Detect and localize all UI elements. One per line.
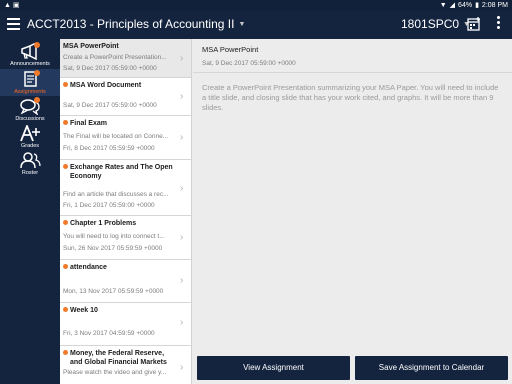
assignment-date: Mon, 13 Nov 2017 05:59:59 +0000 <box>63 288 164 295</box>
assignment-date: Fri, 1 Dec 2017 05:59:00 +0000 <box>63 202 155 209</box>
section-dropdown[interactable]: 1801SPC0 ▼ <box>401 17 470 31</box>
left-nav: Announcements Assignments Discussions Gr… <box>0 39 60 384</box>
assignment-date: Sun, 26 Nov 2017 05:59:59 +0000 <box>63 245 163 252</box>
list-item[interactable]: Final Exam The Final will be located on … <box>60 116 191 160</box>
chevron-right-icon: › <box>180 132 184 143</box>
assignment-preview: You will need to log into connect t... <box>63 233 165 240</box>
assignment-detail: MSA PowerPoint Sat, 9 Dec 2017 05:59:00 … <box>193 39 512 384</box>
wifi-icon: ▼ <box>439 1 447 9</box>
nav-roster[interactable]: Roster <box>0 150 60 177</box>
nav-label-announcements: Announcements <box>10 61 50 67</box>
unread-dot <box>63 264 68 269</box>
unread-dot <box>63 307 68 312</box>
image-icon: ▣ <box>12 2 20 9</box>
assignment-preview: Create a PowerPoint Presentation... <box>63 54 167 61</box>
nav-label-grades: Grades <box>20 143 40 149</box>
list-item[interactable]: Chapter 1 Problems You will need to log … <box>60 216 191 260</box>
more-options-icon[interactable] <box>497 16 501 32</box>
chevron-right-icon: › <box>180 317 184 328</box>
divider <box>193 72 512 73</box>
chevron-right-icon: › <box>180 183 184 194</box>
assignment-title: Week 10 <box>70 307 98 314</box>
list-item[interactable]: MSA PowerPoint Create a PowerPoint Prese… <box>60 39 191 78</box>
status-right: ▼ ◢ 64% ▮ 2:08 PM <box>439 1 508 10</box>
unread-dot <box>63 120 68 125</box>
course-title-dropdown[interactable]: ACCT2013 - Principles of Accounting II ▼ <box>27 17 245 31</box>
assignment-preview: Find an article that discusses a rec... <box>63 191 169 198</box>
nav-grades[interactable]: Grades <box>0 123 60 150</box>
roster-icon <box>20 152 41 169</box>
nav-label-roster: Roster <box>21 170 39 176</box>
nav-label-assignments: Assignments <box>14 89 46 95</box>
chevron-right-icon: › <box>180 91 184 102</box>
grades-icon <box>20 125 40 142</box>
assignment-date: Sat, 9 Dec 2017 05:59:00 +0000 <box>63 65 157 72</box>
chevron-right-icon: › <box>180 275 184 286</box>
assignment-title: Final Exam <box>70 120 107 127</box>
assignment-date: Sat, 9 Dec 2017 05:59:00 +0000 <box>63 102 157 109</box>
chevron-right-icon: › <box>180 232 184 243</box>
list-item[interactable]: Week 10 Fri, 3 Nov 2017 04:59:59 +0000 › <box>60 303 191 346</box>
assignment-title: MSA Word Document <box>70 82 142 89</box>
nav-label-discussions: Discussions <box>15 116 45 122</box>
assignment-title: attendance <box>70 264 107 271</box>
unread-dot <box>63 164 68 169</box>
chevron-right-icon: › <box>180 53 184 64</box>
unread-dot <box>63 82 68 87</box>
assignment-date: Fri, 3 Nov 2017 04:59:59 +0000 <box>63 330 155 337</box>
assignment-date: Fri, 8 Dec 2017 05:59:59 +0000 <box>63 145 155 152</box>
list-item[interactable]: Money, the Federal Reserve, and Global F… <box>60 346 191 384</box>
hamburger-menu-icon[interactable] <box>7 18 20 30</box>
unread-dot <box>63 220 68 225</box>
assignment-title: Money, the Federal Reserve, and Global F… <box>70 350 167 366</box>
add-calendar-icon[interactable] <box>467 17 481 31</box>
section-label: 1801SPC0 <box>401 17 460 31</box>
list-item[interactable]: MSA Word Document Sat, 9 Dec 2017 05:59:… <box>60 78 191 116</box>
detail-description: Create a PowerPoint Presentation summari… <box>202 83 499 112</box>
caret-down-icon: ▼ <box>238 21 246 28</box>
status-bar: ▲ ▣ ▼ ◢ 64% ▮ 2:08 PM <box>0 0 512 11</box>
battery-icon: ▮ <box>475 2 479 9</box>
nav-discussions[interactable]: Discussions <box>0 96 60 123</box>
nav-announcements[interactable]: Announcements <box>0 41 60 68</box>
signal-icon: ◢ <box>449 2 456 9</box>
unread-dot <box>63 350 68 355</box>
assignment-preview: The Final will be located on Conne... <box>63 133 169 140</box>
unread-badge <box>34 70 40 76</box>
view-assignment-button[interactable]: View Assignment <box>197 356 350 380</box>
status-left-icons: ▲ ▣ <box>4 1 20 9</box>
assignment-title: Exchange Rates and The Open Economy <box>70 164 173 180</box>
assignment-title: Chapter 1 Problems <box>70 220 137 227</box>
save-to-calendar-button[interactable]: Save Assignment to Calendar <box>355 356 508 380</box>
notification-icon: ▲ <box>4 2 11 9</box>
list-item[interactable]: Exchange Rates and The Open Economy Find… <box>60 160 191 216</box>
list-item[interactable]: attendance Mon, 13 Nov 2017 05:59:59 +00… <box>60 260 191 303</box>
battery-level: 64% <box>458 1 473 9</box>
assignment-list: MSA PowerPoint Create a PowerPoint Prese… <box>60 39 192 384</box>
assignment-title: MSA PowerPoint <box>63 43 119 50</box>
detail-title: MSA PowerPoint <box>202 45 259 54</box>
unread-badge <box>34 97 40 103</box>
assignment-preview: Please watch the video and give y... <box>63 369 167 376</box>
nav-assignments[interactable]: Assignments <box>0 69 60 96</box>
course-title: ACCT2013 - Principles of Accounting II <box>27 17 235 31</box>
chevron-right-icon: › <box>180 362 184 373</box>
status-time: 2:08 PM <box>481 1 508 9</box>
unread-badge <box>34 42 40 48</box>
detail-date: Sat, 9 Dec 2017 05:59:00 +0000 <box>202 60 296 67</box>
app-bar: ACCT2013 - Principles of Accounting II ▼ … <box>0 11 512 39</box>
